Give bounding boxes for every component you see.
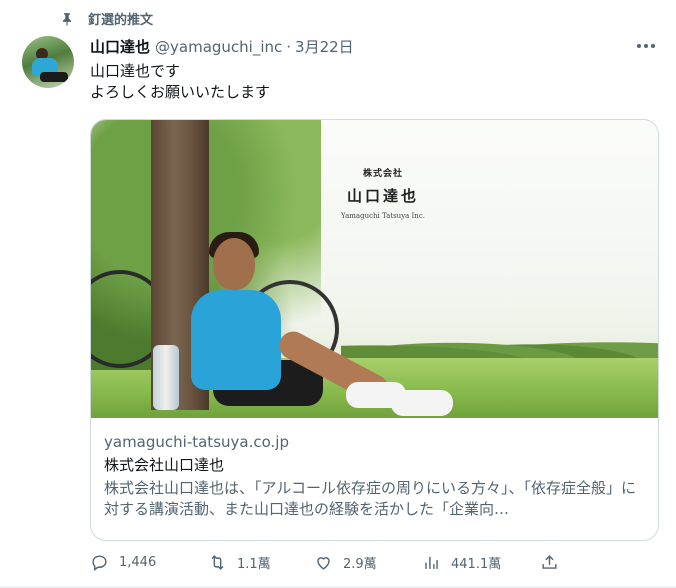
views-chart-icon <box>425 556 438 569</box>
views-count: 441.1萬 <box>451 557 502 572</box>
logo-en: Yamaguchi Tatsuya Inc. <box>341 212 425 220</box>
retweet-count: 1.1萬 <box>237 557 271 572</box>
reply-icon <box>92 555 107 572</box>
reply-count: 1,446 <box>119 555 157 570</box>
like-count: 2.9萬 <box>343 557 377 572</box>
card-title: 株式会社山口達也 <box>104 456 225 474</box>
heart-icon <box>317 557 330 570</box>
pin-icon <box>62 12 72 26</box>
separator-dot: · <box>286 37 292 56</box>
retweet-button[interactable]: 1.1萬 <box>208 553 314 572</box>
tweet-date[interactable]: 3月22日 <box>295 36 354 57</box>
like-button[interactable]: 2.9萬 <box>314 553 422 572</box>
author-handle[interactable]: @yamaguchi_inc <box>155 38 282 56</box>
tweet-text-line: 山口達也です <box>90 62 181 80</box>
tweet-text-line: よろしくお願いいたします <box>90 83 271 101</box>
logo-name: 山口達也 <box>346 187 419 205</box>
pinned-indicator: 釘選的推文 <box>60 9 153 28</box>
author-name[interactable]: 山口達也 <box>90 36 150 57</box>
share-icon <box>542 555 557 569</box>
avatar[interactable] <box>22 36 74 88</box>
action-bar: 1,446 1.1萬 2.9萬 441.1萬 <box>90 553 570 572</box>
views-button[interactable]: 441.1萬 <box>422 553 540 572</box>
tweet-text: 山口達也です よろしくお願いいたします <box>90 61 270 103</box>
logo-small: 株式会社 <box>362 169 403 179</box>
card-description: 株式会社山口達也は、「アルコール依存症の周りにいる方々」、「依存症全般」に対する… <box>104 479 637 518</box>
link-card[interactable]: 株式会社 山口達也 Yamaguchi Tatsuya Inc. yamaguc… <box>90 119 659 541</box>
company-logo: 株式会社 山口達也 Yamaguchi Tatsuya Inc. <box>323 166 443 220</box>
reply-button[interactable]: 1,446 <box>90 553 208 572</box>
retweet-icon <box>211 555 224 570</box>
card-image[interactable]: 株式会社 山口達也 Yamaguchi Tatsuya Inc. <box>91 120 658 418</box>
more-options-icon[interactable] <box>636 38 656 54</box>
tweet-header: 山口達也 @yamaguchi_inc · 3月22日 <box>90 36 656 57</box>
pinned-label: 釘選的推文 <box>88 13 154 28</box>
card-meta: yamaguchi-tatsuya.co.jp 株式会社山口達也 株式会社山口達… <box>91 418 658 520</box>
card-domain: yamaguchi-tatsuya.co.jp <box>104 433 289 451</box>
share-button[interactable] <box>540 553 569 572</box>
